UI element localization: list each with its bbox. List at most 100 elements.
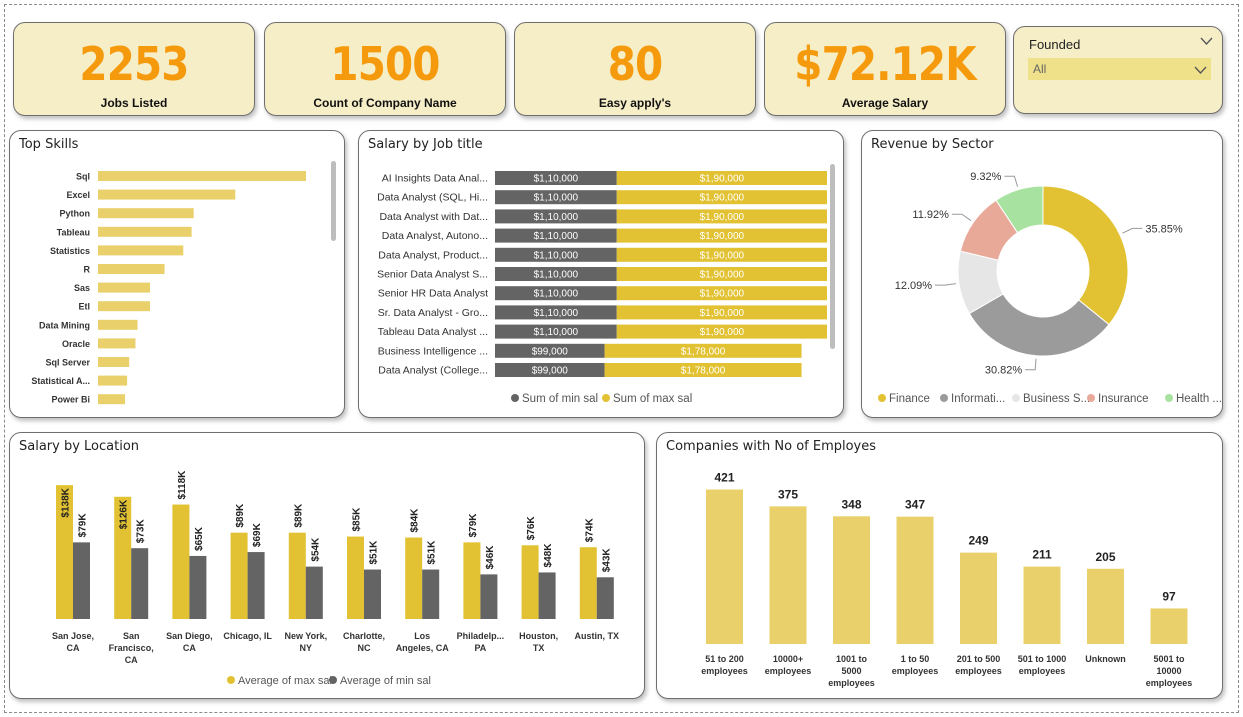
max-sal-bar — [463, 542, 481, 619]
slice-label: 12.09% — [895, 280, 933, 292]
legend-label-min: Average of min sal — [340, 675, 431, 687]
max-sal-label: $89K — [293, 503, 304, 528]
legend-marker — [1087, 394, 1095, 402]
location-label: Houston, — [519, 631, 558, 641]
legend-marker-min — [329, 676, 337, 684]
employees-category-label: 51 to 200 — [705, 654, 744, 664]
kpi-card-jobs-listed[interactable]: 2253 Jobs Listed — [13, 22, 255, 116]
location-label: TX — [533, 643, 545, 653]
min-sal-label: $99,000 — [532, 346, 569, 357]
job-title-label: Business Intelligence ... — [378, 345, 488, 357]
min-sal-label: $79K — [78, 513, 89, 538]
skill-label: Statistics — [50, 246, 90, 256]
legend-marker-min — [511, 394, 519, 402]
chevron-down-icon[interactable] — [1194, 64, 1207, 78]
min-sal-bar — [480, 574, 498, 619]
kpi-value: 2253 — [79, 37, 189, 91]
location-label: New York, — [284, 631, 327, 641]
slicer-dropdown[interactable]: All — [1028, 58, 1211, 80]
employees-category-label: 5000 — [841, 666, 861, 676]
skill-bar — [98, 208, 194, 219]
location-label: Chicago, IL — [223, 631, 272, 641]
min-sal-bar — [596, 577, 614, 619]
legend-label-max: Sum of max sal — [613, 393, 692, 405]
slice-label: 30.82% — [985, 365, 1023, 377]
employees-value-label: 97 — [1162, 589, 1176, 603]
employees-value-label: 347 — [905, 498, 925, 512]
revenue-by-sector-card: Revenue by Sector 35.85% 30.82% 12.09% 11.9… — [861, 130, 1223, 418]
min-sal-bar — [305, 566, 323, 619]
job-title-label: Data Analyst, Autono... — [382, 230, 488, 242]
job-title-label: AI Insights Data Anal... — [382, 173, 488, 185]
employees-category-label: employees — [1146, 678, 1193, 688]
job-title-label: Data Analyst (SQL, Hi... — [377, 192, 488, 204]
max-sal-label: $1,90,000 — [700, 174, 745, 185]
employees-value-label: 211 — [1032, 548, 1052, 562]
location-label: NC — [358, 643, 371, 653]
chevron-down-icon[interactable] — [1200, 35, 1213, 49]
employees-bar — [1150, 608, 1188, 644]
legend-marker — [940, 394, 948, 402]
max-sal-bar — [288, 532, 306, 619]
legend-label: Business S... — [1023, 393, 1090, 405]
employees-category-label: 201 to 500 — [957, 654, 1001, 664]
employees-category-label: employees — [892, 666, 939, 676]
employees-category-label: 1001 to — [836, 654, 868, 664]
min-sal-label: $43K — [601, 548, 612, 573]
kpi-label: Easy apply's — [598, 96, 672, 110]
legend-marker — [1012, 394, 1020, 402]
employees-category-label: employees — [765, 666, 812, 676]
legend-label: Insurance — [1098, 393, 1149, 405]
max-sal-bar — [579, 547, 597, 619]
max-sal-label: $138K — [61, 487, 72, 517]
slice-label: 9.32% — [970, 171, 1001, 183]
employees-category-label: Unknown — [1085, 654, 1126, 664]
location-label: PA — [474, 643, 486, 653]
employees-value-label: 205 — [1095, 550, 1115, 564]
employees-bar — [896, 516, 934, 644]
location-label: CA — [125, 655, 138, 665]
skill-bar — [98, 264, 165, 274]
kpi-card-average-salary[interactable]: $72.12K Average Salary — [764, 22, 1006, 116]
job-title-label: Data Analyst (College... — [378, 365, 488, 377]
min-sal-label: $51K — [369, 540, 380, 565]
top-skills-chart: Sql Excel Python Tableau Statistics R Sas Etl Da… — [31, 171, 306, 405]
skill-bar — [98, 338, 136, 349]
skill-label: Oracle — [62, 339, 90, 349]
salary-by-job-card: Salary by Job title AI Insights Data Ana… — [358, 130, 844, 418]
max-sal-label: $79K — [468, 513, 479, 538]
employees-value-label: 348 — [841, 497, 861, 511]
max-sal-label: $126K — [119, 499, 130, 529]
max-sal-label: $1,78,000 — [681, 366, 726, 377]
min-sal-label: $1,10,000 — [534, 193, 579, 204]
scrollbar[interactable] — [331, 161, 336, 241]
donut-slice — [1042, 185, 1129, 326]
leader-line — [951, 213, 972, 221]
skill-label: Python — [60, 209, 91, 219]
employees-value-label: 421 — [714, 471, 734, 485]
max-sal-label: $118K — [177, 470, 188, 500]
leader-line — [1004, 175, 1019, 187]
founded-slicer: Founded All — [1013, 26, 1223, 114]
skill-label: Tableau — [57, 227, 90, 237]
scrollbar[interactable] — [830, 164, 835, 349]
legend-marker-max — [602, 394, 610, 402]
min-sal-bar — [247, 552, 265, 619]
legend-marker — [878, 394, 886, 402]
max-sal-label: $84K — [410, 508, 421, 533]
max-sal-label: $1,90,000 — [700, 308, 745, 319]
max-sal-label: $1,90,000 — [700, 250, 745, 261]
slice-label: 35.85% — [1145, 223, 1183, 235]
skill-label: Power Bi — [51, 395, 90, 405]
kpi-card-easy-apply[interactable]: 80 Easy apply's — [514, 22, 756, 116]
legend-label: Informati... — [951, 393, 1005, 405]
kpi-value: $72.12K — [794, 37, 976, 91]
kpi-card-company-count[interactable]: 1500 Count of Company Name — [264, 22, 506, 116]
min-sal-bar — [73, 542, 90, 619]
leader-line — [1122, 227, 1143, 234]
employees-bar — [706, 489, 743, 644]
max-sal-bar — [521, 545, 539, 619]
employees-bar — [833, 516, 870, 644]
employees-category-label: 501 to 1000 — [1018, 654, 1067, 664]
max-sal-label: $1,90,000 — [700, 289, 745, 300]
